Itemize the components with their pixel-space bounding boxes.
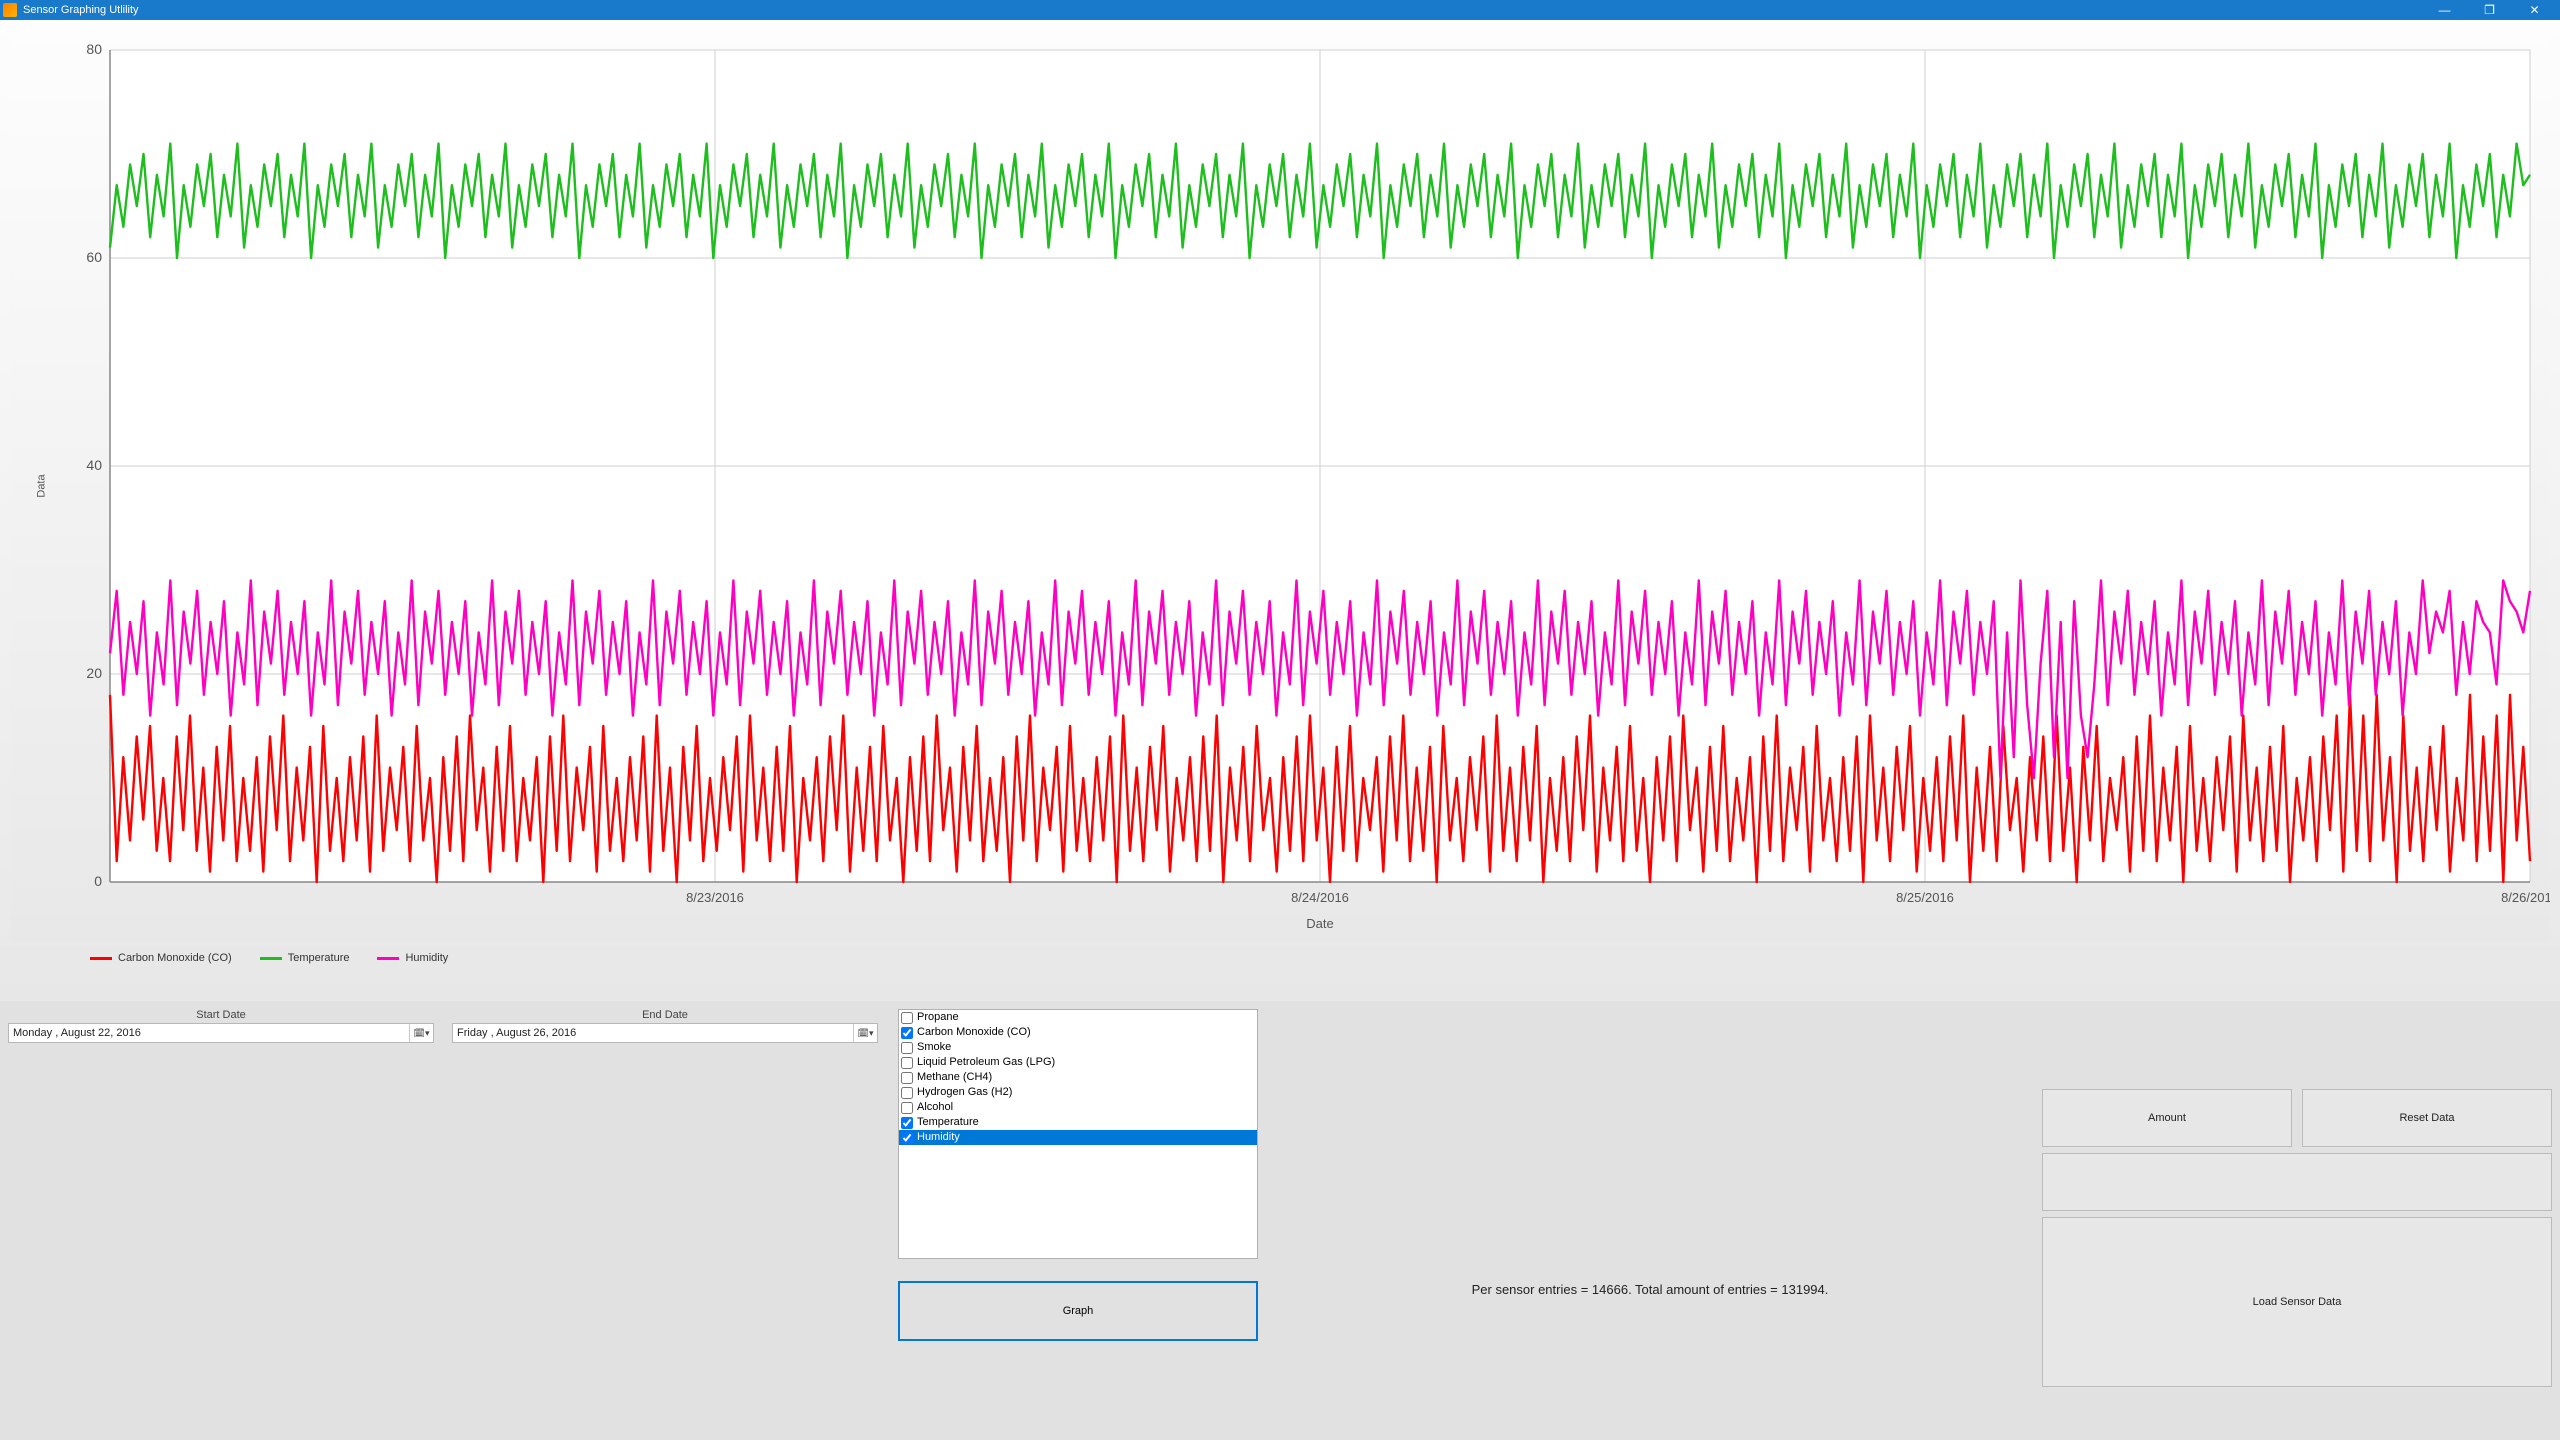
sensor-label: Alcohol [917,1101,953,1114]
legend-label: Temperature [288,952,350,964]
sensor-item[interactable]: Humidity [899,1130,1257,1145]
window-title: Sensor Graphing Utlility [23,4,2422,16]
svg-text:20: 20 [86,665,102,681]
sensor-label: Smoke [917,1041,951,1054]
blank-button[interactable] [2042,1153,2552,1211]
end-date-value: Friday , August 26, 2016 [457,1027,853,1039]
sensor-checkbox[interactable] [901,1027,913,1039]
maximize-button[interactable]: ❐ [2467,0,2512,20]
close-button[interactable]: ✕ [2512,0,2557,20]
sensor-label: Humidity [917,1131,960,1144]
sensor-label: Methane (CH4) [917,1071,992,1084]
chart-panel: Data 0 20 40 60 80 8/23/2016 8/24/2016 8/25/201… [0,20,2560,946]
sensor-item[interactable]: Methane (CH4) [899,1070,1257,1085]
sensor-checkbox[interactable] [901,1117,913,1129]
sensor-checkbox[interactable] [901,1072,913,1084]
controls-panel: Start Date Monday , August 22, 2016 🗓▾ E… [0,1001,2560,1440]
line-chart: 0 20 40 60 80 8/23/2016 8/24/2016 8/25/2016 8/26… [10,30,2550,942]
svg-text:8/26/2016: 8/26/2016 [2501,890,2550,905]
graph-button[interactable]: Graph [898,1281,1258,1341]
svg-text:60: 60 [86,249,102,265]
y-axis-label: Data [36,474,48,497]
sensor-label: Propane [917,1011,959,1024]
svg-text:80: 80 [86,41,102,57]
sensor-item[interactable]: Propane [899,1010,1257,1025]
legend-swatch [260,957,282,960]
status-text: Per sensor entries = 14666. Total amount… [1472,1282,1829,1297]
svg-text:Date: Date [1306,916,1333,931]
legend-label: Carbon Monoxide (CO) [118,952,232,964]
svg-text:8/24/2016: 8/24/2016 [1291,890,1349,905]
reset-data-button[interactable]: Reset Data [2302,1089,2552,1147]
sensor-item[interactable]: Temperature [899,1115,1257,1130]
app-icon [3,3,17,17]
end-date-picker[interactable]: Friday , August 26, 2016 🗓▾ [452,1023,878,1043]
amount-button[interactable]: Amount [2042,1089,2292,1147]
legend-label: Humidity [405,952,448,964]
minimize-button[interactable]: — [2422,0,2467,20]
sensor-label: Carbon Monoxide (CO) [917,1026,1031,1039]
calendar-dropdown-icon[interactable]: 🗓▾ [853,1024,877,1042]
svg-text:8/23/2016: 8/23/2016 [686,890,744,905]
sensor-checkbox[interactable] [901,1042,913,1054]
legend-item: Carbon Monoxide (CO) [90,952,232,964]
start-date-picker[interactable]: Monday , August 22, 2016 🗓▾ [8,1023,434,1043]
sensor-label: Hydrogen Gas (H2) [917,1086,1012,1099]
sensor-checkbox[interactable] [901,1132,913,1144]
svg-text:8/25/2016: 8/25/2016 [1896,890,1954,905]
sensor-item[interactable]: Smoke [899,1040,1257,1055]
sensor-label: Liquid Petroleum Gas (LPG) [917,1056,1055,1069]
svg-text:40: 40 [86,457,102,473]
sensor-checkbox[interactable] [901,1057,913,1069]
sensor-checklist[interactable]: Propane Carbon Monoxide (CO) Smoke Liquid P… [898,1009,1258,1259]
sensor-item[interactable]: Hydrogen Gas (H2) [899,1085,1257,1100]
sensor-checkbox[interactable] [901,1012,913,1024]
sensor-label: Temperature [917,1116,979,1129]
legend-item: Humidity [377,952,448,964]
svg-text:0: 0 [94,873,102,889]
legend-swatch [90,957,112,960]
sensor-item[interactable]: Liquid Petroleum Gas (LPG) [899,1055,1257,1070]
legend-swatch [377,957,399,960]
titlebar: Sensor Graphing Utlility — ❐ ✕ [0,0,2560,20]
load-sensor-data-button[interactable]: Load Sensor Data [2042,1217,2552,1387]
sensor-checkbox[interactable] [901,1102,913,1114]
sensor-item[interactable]: Alcohol [899,1100,1257,1115]
legend-item: Temperature [260,952,350,964]
sensor-checkbox[interactable] [901,1087,913,1099]
start-date-value: Monday , August 22, 2016 [13,1027,409,1039]
start-date-label: Start Date [8,1009,434,1021]
chart-legend: Carbon Monoxide (CO) Temperature Humidity [0,946,2560,1001]
end-date-label: End Date [452,1009,878,1021]
sensor-item[interactable]: Carbon Monoxide (CO) [899,1025,1257,1040]
calendar-dropdown-icon[interactable]: 🗓▾ [409,1024,433,1042]
